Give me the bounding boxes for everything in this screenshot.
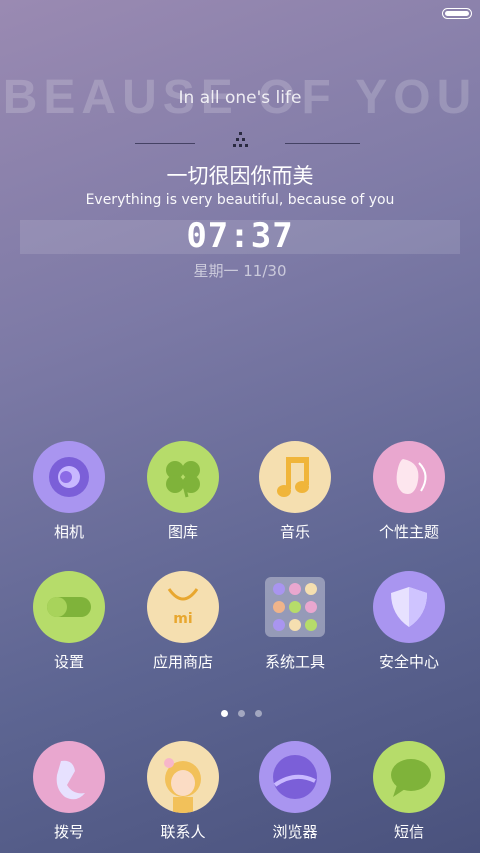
page-dot[interactable] xyxy=(221,710,228,717)
battery-icon xyxy=(442,8,472,19)
app-themes[interactable]: 个性主题 xyxy=(354,441,464,542)
app-security[interactable]: 安全中心 xyxy=(354,571,464,672)
app-music[interactable]: 音乐 xyxy=(240,441,350,542)
widget-title: 一切很因你而美 xyxy=(166,164,314,188)
app-dialer[interactable]: 拨号 xyxy=(14,741,124,842)
app-label: 短信 xyxy=(393,823,424,841)
app-label: 浏览器 xyxy=(272,823,318,841)
app-contacts[interactable]: 联系人 xyxy=(128,741,238,842)
dot-triangle-icon xyxy=(233,132,248,147)
app-tools-folder[interactable]: 系统工具 xyxy=(240,571,350,672)
app-browser[interactable]: 浏览器 xyxy=(240,741,350,842)
shopping-bag-icon: mi xyxy=(147,571,219,643)
app-label: 联系人 xyxy=(160,823,206,841)
app-messages[interactable]: 短信 xyxy=(354,741,464,842)
app-label: 图库 xyxy=(167,523,198,541)
app-label: 设置 xyxy=(53,653,84,671)
contact-girl-icon xyxy=(147,741,219,813)
phone-icon xyxy=(33,741,105,813)
theme-icon xyxy=(373,441,445,513)
clover-gallery-icon xyxy=(147,441,219,513)
app-label: 音乐 xyxy=(279,523,310,541)
divider-right xyxy=(285,143,360,144)
message-bubble-icon xyxy=(373,741,445,813)
widget-overlay-text: In all one's life xyxy=(178,88,302,108)
app-gallery[interactable]: 图库 xyxy=(128,441,238,542)
app-label: 系统工具 xyxy=(264,653,325,671)
toggle-settings-icon xyxy=(33,571,105,643)
page-dot[interactable] xyxy=(238,710,245,717)
svg-text:mi: mi xyxy=(173,611,192,627)
app-label: 个性主题 xyxy=(378,523,439,541)
shield-icon xyxy=(373,571,445,643)
app-store[interactable]: mi 应用商店 xyxy=(128,571,238,672)
music-note-icon xyxy=(259,441,331,513)
app-label: 安全中心 xyxy=(378,653,439,671)
page-dot[interactable] xyxy=(255,710,262,717)
divider-left xyxy=(135,143,195,144)
app-label: 拨号 xyxy=(53,823,84,841)
page-indicator[interactable] xyxy=(216,702,267,721)
clock-time[interactable]: 07:37 xyxy=(0,216,480,256)
app-label: 应用商店 xyxy=(152,653,213,671)
widget-subtitle: Everything is very beautiful, because of… xyxy=(85,192,395,208)
app-label: 相机 xyxy=(53,523,84,541)
tools-folder-icon xyxy=(259,571,331,643)
camera-icon xyxy=(33,441,105,513)
clock-date: 星期一 11/30 xyxy=(193,262,287,280)
app-settings[interactable]: 设置 xyxy=(14,571,124,672)
app-camera[interactable]: 相机 xyxy=(14,441,124,542)
browser-icon xyxy=(259,741,331,813)
